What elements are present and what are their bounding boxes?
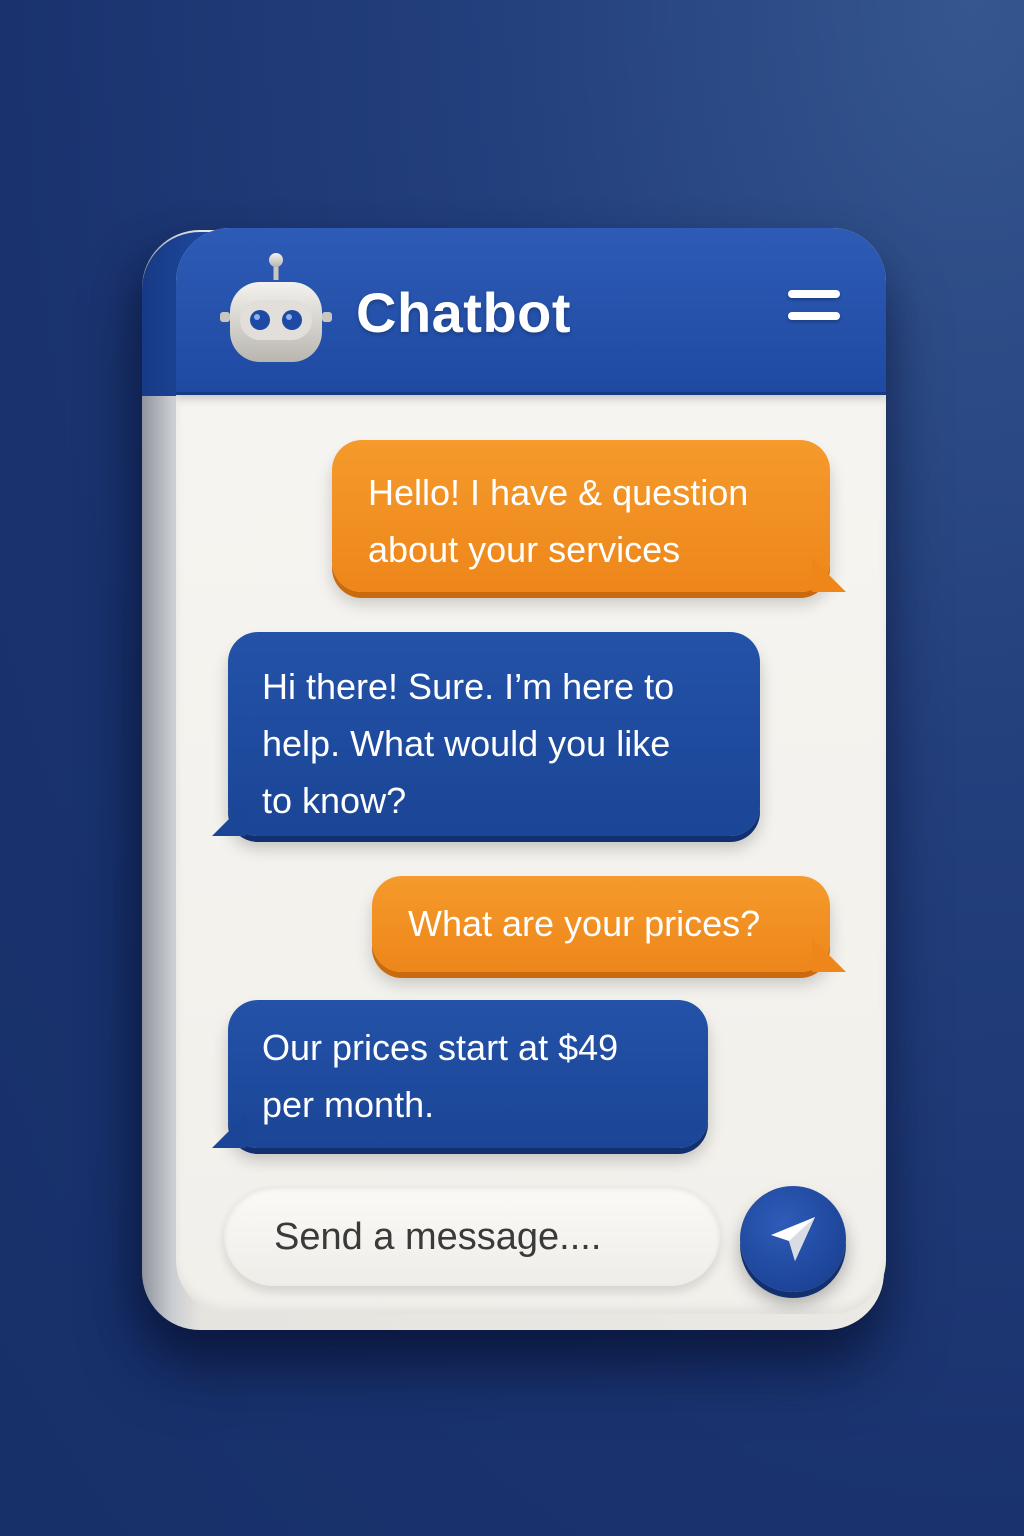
bubble-tail [212, 802, 246, 836]
bot-message: Our prices start at $49 per month. [212, 1000, 708, 1148]
message-line: to know? [262, 780, 407, 821]
menu-icon [788, 290, 840, 298]
message-line: help. What would you like [262, 723, 671, 764]
message-line: Hello! I have & question [368, 472, 749, 513]
bot-message: Hi there! Sure. I’m here to help. What w… [212, 632, 760, 836]
send-icon [771, 1217, 815, 1261]
message-input[interactable] [272, 1186, 696, 1288]
page-title: Chatbot [356, 281, 572, 344]
message-line: per month. [262, 1084, 435, 1125]
message-composer [224, 1186, 720, 1288]
chat-header: Chatbot [176, 228, 886, 395]
message-line: Our prices start at $49 [262, 1027, 619, 1068]
message-line: What are your prices? [408, 903, 761, 944]
message-line: Hi there! Sure. I’m here to [262, 666, 675, 707]
chat-window: Chatbot Hello! I have & question about y… [176, 228, 886, 1314]
user-message: What are your prices? [372, 876, 846, 972]
menu-icon-bar [788, 312, 840, 320]
bubble-tail [812, 558, 846, 592]
menu-button[interactable] [782, 284, 846, 328]
message-line: about your services [368, 529, 681, 570]
bubble-tail [212, 1114, 246, 1148]
bubble-tail [812, 938, 846, 972]
robot-icon [220, 253, 332, 362]
send-button[interactable] [740, 1186, 846, 1292]
user-message: Hello! I have & question about your serv… [332, 440, 846, 592]
